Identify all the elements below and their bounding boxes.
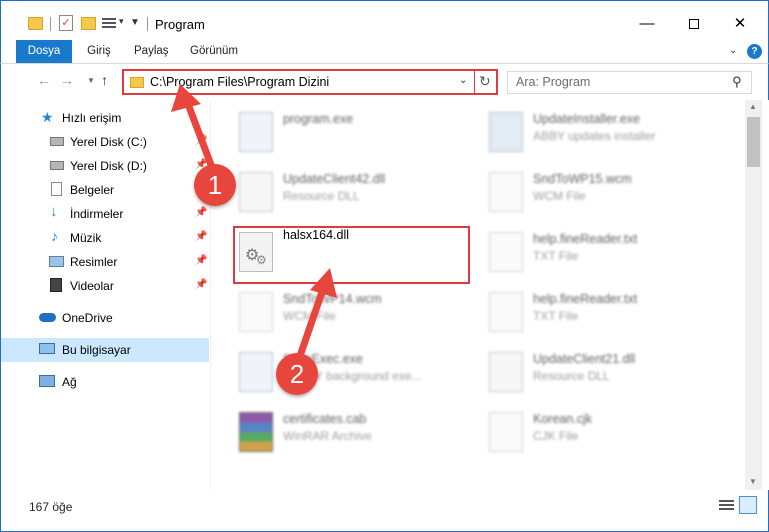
- annotation-arrows: [171, 84, 337, 360]
- arrow-2-shaft: [296, 288, 326, 360]
- step-1-badge: 1: [194, 164, 236, 206]
- step-2-badge: 2: [276, 353, 318, 395]
- arrow-2-head: [310, 268, 337, 298]
- arrow-1-head: [171, 84, 201, 112]
